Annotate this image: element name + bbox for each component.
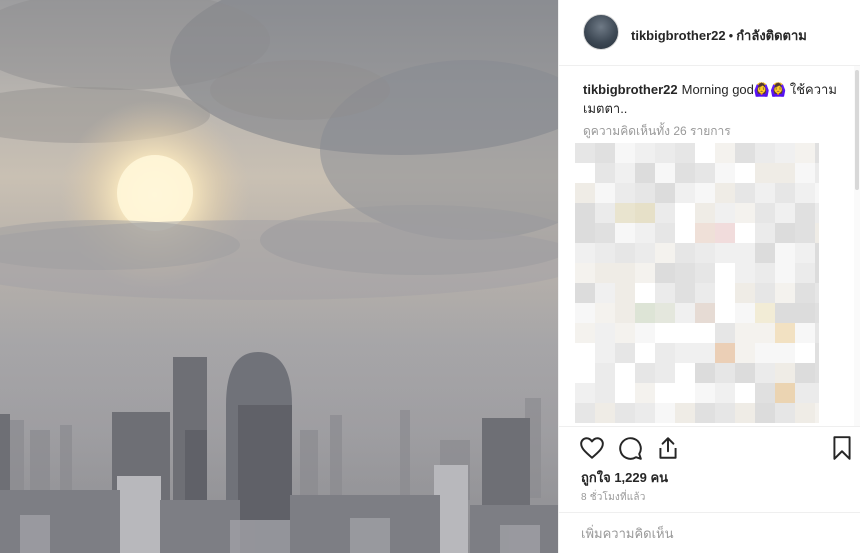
separator-dot: • [728,28,734,43]
pixelated-comments-image [575,143,819,423]
city-skyline-image [0,0,558,553]
caption-username[interactable]: tikbigbrother22 [583,82,678,97]
post-caption: tikbigbrother22 Morning god🙆‍♀️🙆‍♀️ ใช้คว… [583,80,841,118]
follow-status-button[interactable]: กำลังติดตาม [736,28,807,43]
header-line: tikbigbrother22 • กำลังติดตาม [631,25,807,46]
avatar[interactable] [583,14,619,50]
comment-bubble-icon [619,437,642,460]
like-button[interactable] [579,435,605,461]
bookmark-icon [833,436,851,460]
likes-count[interactable]: ถูกใจ 1,229 คน [581,467,668,488]
add-comment-input[interactable] [581,521,841,545]
header-username[interactable]: tikbigbrother22 [631,28,726,43]
add-comment-section [559,512,860,553]
comment-button[interactable] [617,435,643,461]
post-sidebar: tikbigbrother22 • กำลังติดตาม tikbigbrothe… [558,0,860,553]
post-photo[interactable] [0,0,558,553]
blurred-comments [575,143,819,423]
view-all-comments-link[interactable]: ดูความคิดเห็นทั้ง 26 รายการ [583,122,731,141]
share-icon [659,437,677,459]
post-timestamp[interactable]: 8 ชั่วโมงที่แล้ว [581,490,646,505]
post-header: tikbigbrother22 • กำลังติดตาม [559,0,860,66]
comments-scrollbar-thumb[interactable] [855,70,859,190]
post-actions: ถูกใจ 1,229 คน 8 ชั่วโมงที่แล้ว [559,426,860,513]
save-button[interactable] [829,435,855,461]
share-button[interactable] [655,435,681,461]
heart-icon [580,437,604,459]
